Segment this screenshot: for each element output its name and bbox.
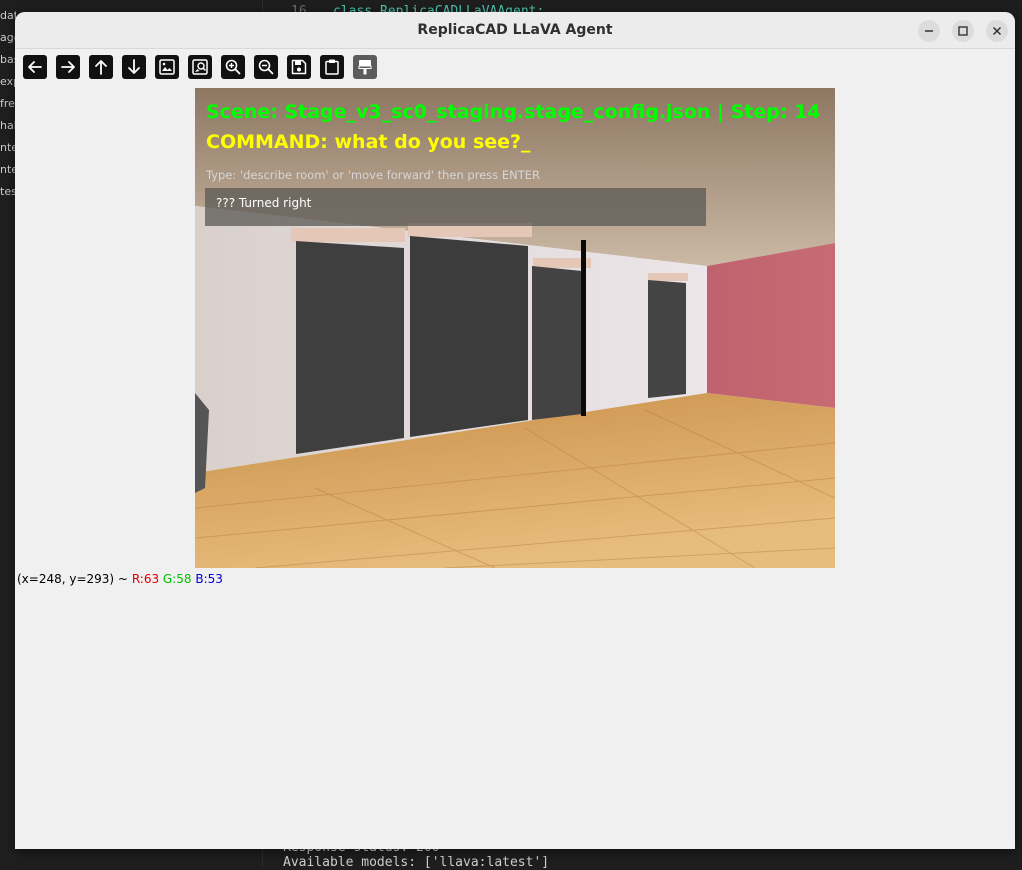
green-value: G:58 — [162, 572, 192, 586]
arrow-left-icon — [28, 61, 42, 73]
save-icon — [291, 59, 307, 75]
background-explorer-sidebar: dat age bas exp fre hab nte nte tes — [0, 0, 16, 866]
up-button[interactable] — [89, 55, 113, 79]
minimize-button[interactable] — [918, 20, 940, 42]
background-explorer-item: nte — [0, 163, 16, 176]
background-explorer-item: bas — [0, 53, 16, 66]
down-button[interactable] — [122, 55, 146, 79]
red-value: R:63 — [131, 572, 160, 586]
image-search-icon — [192, 59, 208, 75]
window-title: ReplicaCAD LLaVA Agent — [417, 22, 613, 38]
room-render-image — [195, 88, 835, 568]
zoom-in-button[interactable] — [221, 55, 245, 79]
simulation-view[interactable]: Scene: Stage_v3_sc0_staging.stage_config… — [195, 88, 835, 568]
save-button[interactable] — [287, 55, 311, 79]
background-terminal-line: Available models: ['llava:latest'] — [283, 855, 550, 870]
command-input-text: COMMAND: what do you see?_ — [206, 131, 531, 153]
app-window: ReplicaCAD LLaVA Agent Scene: Stage_v3_s… — [15, 12, 1015, 849]
arrow-right-icon — [61, 61, 75, 73]
forward-button[interactable] — [56, 55, 80, 79]
background-explorer-item: dat — [0, 9, 16, 22]
background-explorer-item: tes — [0, 185, 16, 198]
scene-status-text: Scene: Stage_v3_sc0_staging.stage_config… — [206, 101, 821, 123]
instruction-hint: Type: 'describe room' or 'move forward' … — [206, 168, 541, 182]
back-button[interactable] — [23, 55, 47, 79]
arrow-up-icon — [95, 60, 107, 75]
edit-button[interactable] — [353, 55, 377, 79]
pixel-info-statusbar: (x=248, y=293) ~ R:63 G:58 B:53 — [17, 572, 223, 586]
blue-value: B:53 — [195, 572, 223, 586]
paint-brush-icon — [358, 60, 372, 75]
copy-clipboard-button[interactable] — [320, 55, 344, 79]
zoom-out-icon — [258, 59, 274, 75]
maximize-icon — [958, 26, 968, 36]
zoom-out-button[interactable] — [254, 55, 278, 79]
background-explorer-item: hab — [0, 119, 16, 132]
cursor-coordinates: (x=248, y=293) ~ — [17, 572, 128, 586]
background-explorer-item: age — [0, 31, 16, 44]
title-bar[interactable]: ReplicaCAD LLaVA Agent — [15, 12, 1015, 49]
image-icon — [159, 59, 175, 75]
agent-response-text: ??? Turned right — [216, 196, 312, 210]
fit-image-button[interactable] — [155, 55, 179, 79]
background-explorer-item: exp — [0, 75, 16, 88]
clipboard-icon — [325, 59, 339, 75]
close-icon — [992, 26, 1002, 36]
close-button[interactable] — [986, 20, 1008, 42]
arrow-down-icon — [128, 59, 140, 74]
background-explorer-item: nte — [0, 141, 16, 154]
minimize-icon — [925, 30, 933, 32]
background-explorer-item: fre — [0, 97, 15, 110]
select-area-button[interactable] — [188, 55, 212, 79]
zoom-in-icon — [225, 59, 241, 75]
maximize-button[interactable] — [952, 20, 974, 42]
